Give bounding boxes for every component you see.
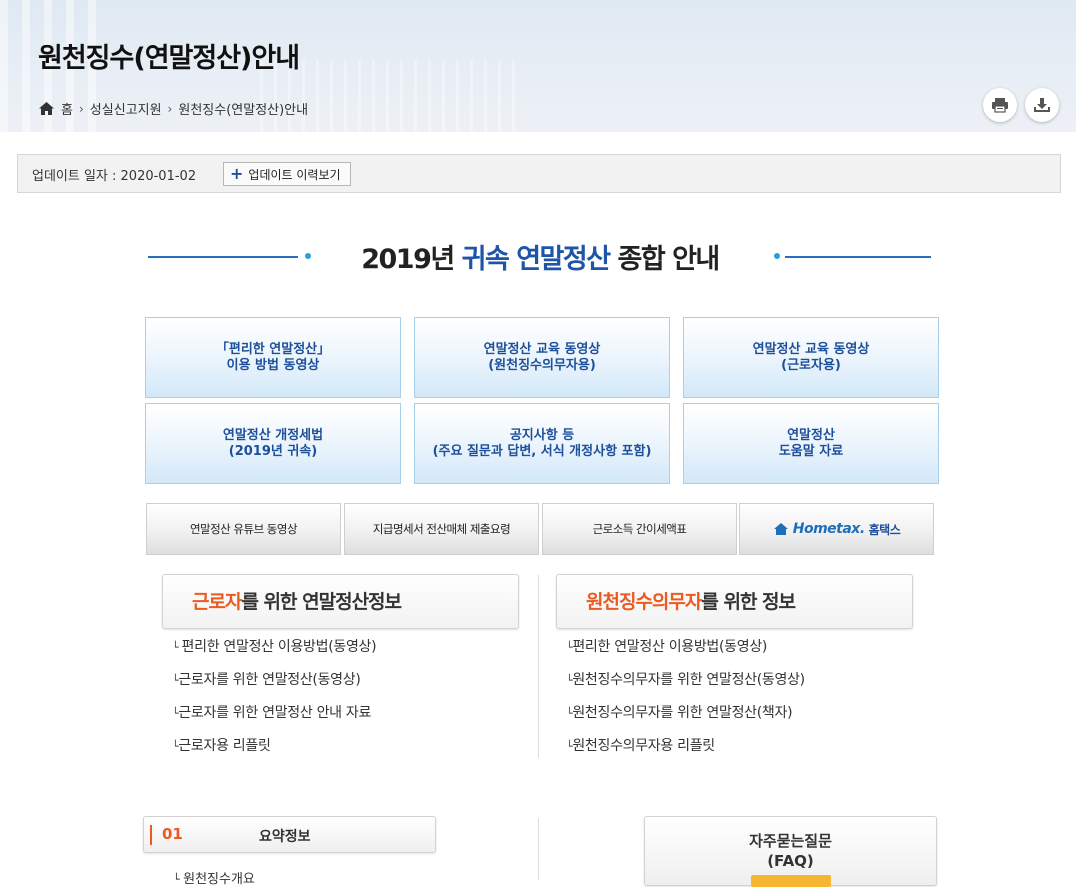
withholder-link[interactable]: └편리한 연말정산 이용방법(동영상) [566,636,805,669]
breadcrumb-support[interactable]: 성실신고지원 [90,99,162,118]
column-divider [538,575,539,758]
electronic-submission-button[interactable]: 지급명세서 전산매체 제출요령 [344,503,539,555]
heading-dot-left [305,253,311,259]
withholder-link[interactable]: └원천징수의무자를 위한 연말정산(동영상) [566,669,805,702]
withholder-link-list: └편리한 연말정산 이용방법(동영상) └원천징수의무자를 위한 연말정산(동영… [566,636,805,768]
tile-help-materials[interactable]: 연말정산 도움말 자료 [683,403,939,484]
page-title: 원천징수(연말정산)안내 [38,43,300,74]
breadcrumb-home[interactable]: 홈 [61,99,73,118]
hometax-label: 홈택스 [868,522,901,537]
download-icon [1034,98,1050,112]
main-heading: 2019년 귀속 연말정산 종합 안내 [330,237,750,276]
worker-link[interactable]: └근로자용 리플릿 [172,735,376,768]
faq-subtitle: (FAQ) [767,852,814,870]
heading-suffix: 종합 안내 [617,244,721,275]
update-history-button[interactable]: + 업데이트 이력보기 [223,162,351,186]
print-icon [992,98,1008,113]
update-bar: 업데이트 일자 : 2020-01-02 + 업데이트 이력보기 [17,154,1061,193]
plus-icon: + [230,164,244,183]
faq-button[interactable]: 자주묻는질문 (FAQ) [644,816,937,887]
worker-link[interactable]: └근로자를 위한 연말정산 안내 자료 [172,702,376,735]
faq-title: 자주묻는질문 [749,832,832,850]
worker-link[interactable]: └근로자를 위한 연말정산(동영상) [172,669,376,702]
hometax-logo: Hometax. [792,521,865,537]
summary-title: 요약정보 [259,829,311,845]
heading-highlight: 귀속 연말정산 [461,244,611,275]
hometax-button[interactable]: Hometax. 홈택스 [739,503,934,555]
summary-item[interactable]: └ 원천징수개요 [173,868,255,887]
summary-header[interactable]: 01 요약정보 [143,816,436,853]
tile-tax-law-revisions[interactable]: 연말정산 개정세법 (2019년 귀속) [145,403,401,484]
breadcrumb: 홈 › 성실신고지원 › 원천징수(연말정산)안내 [38,99,308,118]
hometax-link: Hometax. 홈택스 [773,521,901,538]
download-button[interactable] [1025,88,1059,122]
tile-notices[interactable]: 공지사항 등 (주요 질문과 답변, 서식 개정사항 포함) [414,403,670,484]
worker-title-highlight: 근로자 [192,591,242,613]
print-button[interactable] [983,88,1017,122]
simplified-tax-table-button[interactable]: 근로소득 간이세액표 [542,503,737,555]
withholder-link[interactable]: └원천징수의무자를 위한 연말정산(책자) [566,702,805,735]
heading-dot-right [774,253,780,259]
heading-divider-right [785,256,931,258]
summary-accent-bar [150,825,152,845]
breadcrumb-current: 원천징수(연말정산)안내 [178,103,309,118]
withholder-title-rest: 를 위한 정보 [701,591,796,613]
worker-link-list: └ 편리한 연말정산 이용방법(동영상) └근로자를 위한 연말정산(동영상) … [172,636,377,768]
tile-convenient-guide-video[interactable]: 「편리한 연말정산」 이용 방법 동영상 [145,317,401,398]
worker-title-rest: 를 위한 연말정산정보 [241,591,402,613]
chevron-right-icon: › [78,101,84,116]
chevron-right-icon: › [167,101,173,116]
column-divider [538,818,539,880]
update-date: 업데이트 일자 : 2020-01-02 [32,169,197,184]
tile-withholder-education-video[interactable]: 연말정산 교육 동영상 (원천징수의무자용) [414,317,670,398]
withholder-link[interactable]: └원천징수의무자용 리플릿 [566,735,805,768]
withholder-section-title: 원천징수의무자를 위한 정보 [556,574,913,629]
tile-worker-education-video[interactable]: 연말정산 교육 동영상 (근로자용) [683,317,939,398]
faq-badge [751,875,831,887]
home-icon[interactable] [38,101,55,116]
worker-link[interactable]: └ 편리한 연말정산 이용방법(동영상) [172,636,377,669]
heading-year: 2019년 [361,244,455,275]
youtube-video-button[interactable]: 연말정산 유튜브 동영상 [146,503,341,555]
heading-divider-left [148,256,298,258]
worker-section-title: 근로자를 위한 연말정산정보 [162,574,519,629]
update-history-label: 업데이트 이력보기 [248,167,341,182]
withholder-title-highlight: 원천징수의무자 [586,591,702,613]
house-icon [773,523,788,535]
summary-number: 01 [162,825,183,843]
